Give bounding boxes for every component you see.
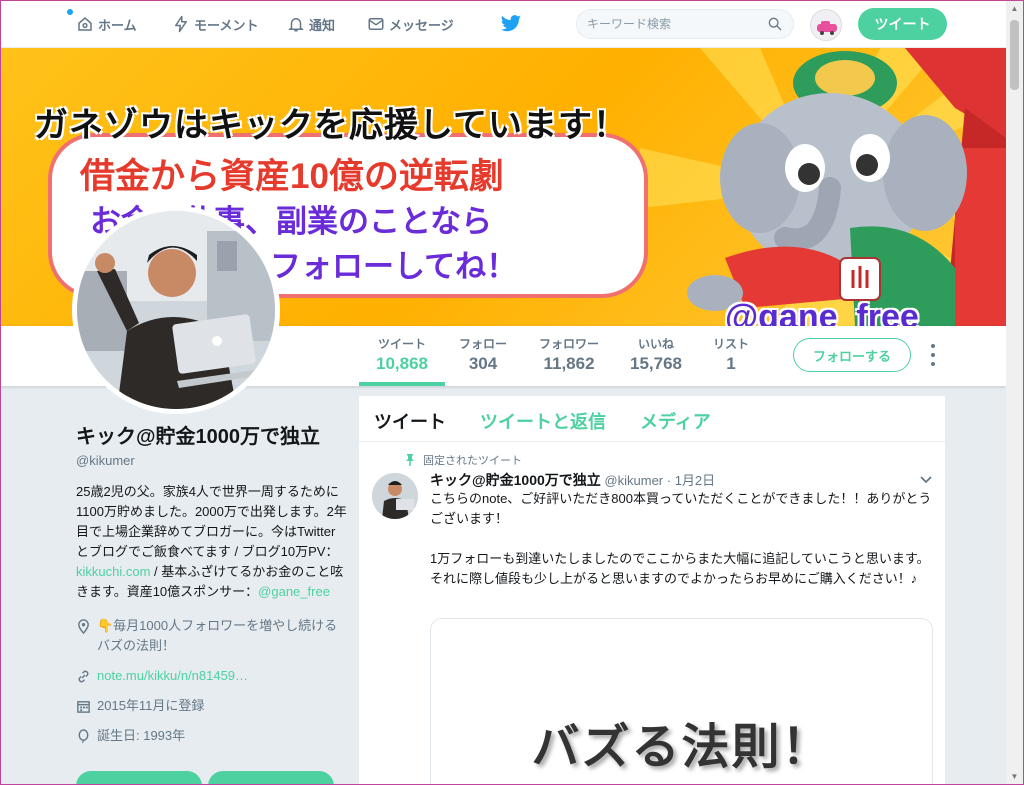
stat-tweets[interactable]: ツイート 10,868: [373, 335, 431, 374]
nav-notifications-label: 通知: [309, 17, 336, 33]
profile-bio: 25歳2児の父。家族4人で世界一周するために1100万貯めました。2000万で出…: [76, 482, 348, 602]
profile-location: 👇毎月1000人フォロワーを増やし続けるバズの法則！: [76, 616, 348, 656]
bio-text-a: 25歳2児の父。家族4人で世界一周するために1100万貯めました。2000万で出…: [76, 484, 347, 559]
tweet-author-photo: [372, 473, 418, 519]
ganesha-elephant-illustration: [687, 48, 1006, 326]
tab-tweets[interactable]: ツイート: [374, 408, 446, 434]
stat-following-value: 304: [468, 354, 498, 373]
scroll-thumb[interactable]: [1010, 20, 1019, 90]
balloon-icon: [78, 729, 89, 744]
tweet-author-name[interactable]: キック@貯金1000万で独立: [430, 472, 601, 488]
bell-icon: [288, 18, 304, 32]
pin-icon: [406, 454, 414, 466]
message-button[interactable]: [208, 771, 334, 785]
timeline: ツイート ツイートと返信 メディア 固定されたツイート キック@貯金1000万で…: [359, 396, 945, 785]
follow-button[interactable]: フォローする: [793, 338, 911, 372]
stat-followers-value: 11,862: [543, 354, 595, 373]
stat-lists-label: リスト: [712, 337, 749, 351]
search-icon[interactable]: [767, 16, 783, 32]
stat-likes-value: 15,768: [630, 354, 682, 373]
twitter-bird-icon[interactable]: [500, 14, 522, 34]
stat-following[interactable]: フォロー 304: [455, 335, 511, 374]
account-avatar[interactable]: [810, 9, 842, 41]
tab-media[interactable]: メディア: [640, 408, 711, 434]
nav-moments[interactable]: モーメント: [172, 14, 258, 34]
banner-handle: @gane_free: [725, 298, 919, 326]
stat-likes[interactable]: いいね 15,768: [626, 335, 686, 374]
profile-joined: 2015年11月に登録: [76, 696, 348, 716]
tweet-author-avatar[interactable]: [372, 473, 418, 519]
stat-followers-label: フォロワー: [538, 337, 599, 351]
stat-followers[interactable]: フォロワー 11,862: [533, 335, 605, 374]
timeline-tabs: ツイート ツイートと返信 メディア: [359, 396, 945, 442]
chevron-down-icon[interactable]: [919, 472, 933, 486]
notification-dot: [67, 9, 73, 15]
profile-photo: [77, 211, 275, 409]
search-input[interactable]: [587, 17, 767, 31]
pinned-tweet-label: 固定されたツイート: [406, 452, 522, 468]
nav-messages-label: メッセージ: [389, 17, 454, 33]
stat-likes-label: いいね: [637, 337, 674, 351]
link-icon: [78, 670, 89, 683]
profile-avatar[interactable]: [72, 206, 280, 414]
bio-link-blog[interactable]: kikkuchi.com: [76, 564, 150, 579]
more-options-icon[interactable]: [926, 344, 940, 366]
scroll-down-arrow-icon[interactable]: ▼: [1006, 768, 1023, 785]
tweet-button[interactable]: ツイート: [858, 8, 947, 40]
nav-home[interactable]: ホーム: [76, 14, 137, 34]
profile-url: note.mu/kikku/n/n81459…: [76, 666, 348, 686]
search-box[interactable]: [576, 9, 794, 39]
tab-tweets-and-replies[interactable]: ツイートと返信: [480, 408, 606, 434]
stat-tweets-value: 10,868: [376, 354, 428, 373]
tweet-to-button[interactable]: [76, 771, 202, 785]
nav-home-label: ホーム: [98, 17, 137, 33]
banner-line-1: 借金から資産10億の逆転劇: [80, 157, 504, 196]
profile-name[interactable]: キック@貯金1000万で独立: [76, 420, 348, 449]
banner-line-3: フォローしてね！: [270, 249, 518, 284]
stat-tweets-label: ツイート: [377, 337, 426, 351]
tweet-date[interactable]: · 1月2日: [667, 473, 715, 488]
profile-sidebar: キック@貯金1000万で独立 @kikumer 25歳2児の父。家族4人で世界一…: [76, 420, 348, 785]
profile-handle[interactable]: @kikumer: [76, 453, 348, 468]
location-pin-icon: [78, 619, 89, 634]
tweet-header: キック@貯金1000万で独立 @kikumer · 1月2日: [430, 470, 715, 490]
calendar-icon: [77, 701, 90, 713]
tweet-link-card[interactable]: バズる法則！: [430, 618, 933, 785]
pinned-tweet-text: 固定されたツイート: [423, 455, 522, 467]
lightning-icon: [175, 15, 187, 33]
profile-location-text: 👇毎月1000人フォロワーを増やし続けるバズの法則！: [97, 618, 338, 653]
envelope-icon: [368, 18, 384, 30]
tweet-text: こちらのnote、ご好評いただき800本買っていただくことができました！！ありが…: [430, 491, 932, 586]
tweet-author-handle[interactable]: @kikumer: [604, 473, 663, 488]
stat-following-label: フォロー: [458, 337, 507, 351]
stat-lists[interactable]: リスト 1: [708, 335, 754, 374]
page-scrollbar[interactable]: ▲ ▼: [1006, 0, 1023, 785]
bio-link-sponsor[interactable]: @gane_free: [258, 584, 330, 599]
profile-url-link[interactable]: note.mu/kikku/n/n81459…: [97, 666, 248, 686]
nav-moments-label: モーメント: [194, 17, 259, 33]
card-title: バズる法則！: [531, 721, 832, 774]
profile-birthday-text: 誕生日: 1993年: [97, 728, 186, 743]
top-navigation: ホーム モーメント 通知 メッセージ ツイート: [0, 0, 1006, 48]
profile-birthday: 誕生日: 1993年: [76, 726, 348, 746]
profile-joined-text: 2015年11月に登録: [97, 698, 205, 713]
scroll-up-arrow-icon[interactable]: ▲: [1006, 0, 1023, 17]
home-icon: [78, 17, 92, 31]
banner-headline: ガネゾウはキックを応援しています！: [34, 106, 628, 145]
account-avatar-image: [817, 21, 837, 35]
nav-notifications[interactable]: 通知: [287, 14, 335, 34]
active-stat-underline: [359, 382, 445, 386]
nav-messages[interactable]: メッセージ: [367, 14, 454, 34]
stat-lists-value: 1: [726, 354, 736, 373]
